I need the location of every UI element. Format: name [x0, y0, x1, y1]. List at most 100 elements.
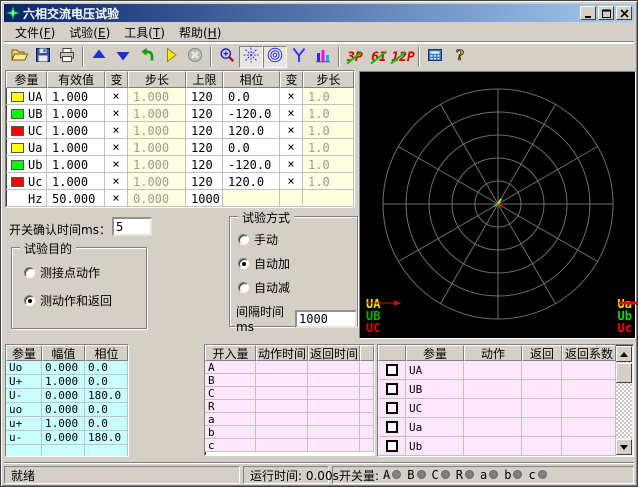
- table-row[interactable]: c: [205, 439, 374, 452]
- limit-cell[interactable]: 120: [186, 105, 223, 122]
- step-cell[interactable]: 1.0: [303, 139, 354, 156]
- table-row[interactable]: UC: [378, 399, 633, 418]
- help-button[interactable]: ?: [447, 46, 471, 68]
- vary-toggle-cell[interactable]: ×: [105, 105, 128, 122]
- calculator-button[interactable]: [423, 46, 447, 68]
- vary-toggle-cell[interactable]: ×: [280, 139, 303, 156]
- table-row[interactable]: a: [205, 413, 374, 426]
- vary-toggle-cell[interactable]: ×: [105, 173, 128, 190]
- radio-option[interactable]: 自动加: [238, 255, 290, 272]
- vary-toggle-cell[interactable]: ×: [105, 122, 128, 139]
- table-row[interactable]: R: [205, 400, 374, 413]
- phase-cell[interactable]: [223, 190, 280, 207]
- close-button[interactable]: [616, 6, 632, 20]
- vary-toggle-cell[interactable]: ×: [105, 139, 128, 156]
- vertical-scrollbar[interactable]: [616, 346, 632, 455]
- vary-toggle-cell[interactable]: ×: [280, 156, 303, 173]
- radio-icon[interactable]: [24, 267, 35, 278]
- value-cell[interactable]: 1.000: [47, 88, 105, 105]
- step-cell[interactable]: 1.000: [128, 88, 186, 105]
- 12p-button[interactable]: 12P: [391, 46, 415, 68]
- table-row[interactable]: uo0.0000.0: [6, 403, 128, 417]
- radio-option[interactable]: 手动: [238, 231, 278, 248]
- open-button[interactable]: [7, 46, 31, 68]
- save-button[interactable]: [31, 46, 55, 68]
- table-row[interactable]: u+1.0000.0: [6, 417, 128, 431]
- select-checkbox[interactable]: [386, 383, 398, 395]
- menu-item[interactable]: 试验(E): [62, 22, 117, 43]
- menu-item[interactable]: 工具(T): [117, 22, 172, 43]
- zoom-button[interactable]: [215, 46, 239, 68]
- limit-cell[interactable]: 120: [186, 139, 223, 156]
- step-cell[interactable]: 0.000: [128, 190, 186, 207]
- limit-cell[interactable]: 120: [186, 173, 223, 190]
- value-cell[interactable]: 1.000: [47, 156, 105, 173]
- radio-option[interactable]: 自动减: [238, 279, 290, 296]
- select-checkbox[interactable]: [386, 421, 398, 433]
- limit-cell[interactable]: 1000: [186, 190, 223, 207]
- phase-cell[interactable]: 0.0: [223, 139, 280, 156]
- maximize-button[interactable]: [598, 6, 614, 20]
- step-cell[interactable]: 1.0: [303, 88, 354, 105]
- step-cell[interactable]: 1.000: [128, 139, 186, 156]
- limit-cell[interactable]: 120: [186, 88, 223, 105]
- start-button[interactable]: [159, 46, 183, 68]
- radio-option[interactable]: 测动作和返回: [24, 292, 112, 309]
- radio-option[interactable]: 测接点动作: [24, 264, 100, 281]
- phase-cell[interactable]: 120.0: [223, 173, 280, 190]
- table-row[interactable]: [6, 445, 128, 457]
- radio-icon[interactable]: [238, 282, 249, 293]
- stop-button[interactable]: [183, 46, 207, 68]
- phasor-star-button[interactable]: [239, 46, 263, 68]
- select-checkbox[interactable]: [386, 364, 398, 376]
- vary-toggle-cell[interactable]: ×: [280, 88, 303, 105]
- table-row[interactable]: U-0.000180.0: [6, 389, 128, 403]
- concentric-circles-button[interactable]: [263, 46, 287, 68]
- table-row[interactable]: UB: [378, 380, 633, 399]
- phase-cell[interactable]: 0.0: [223, 88, 280, 105]
- limit-cell[interactable]: 120: [186, 122, 223, 139]
- menu-item[interactable]: 文件(F): [8, 22, 62, 43]
- phase-cell[interactable]: -120.0: [223, 156, 280, 173]
- step-cell[interactable]: 1.0: [303, 173, 354, 190]
- vary-toggle-cell[interactable]: [280, 190, 303, 207]
- value-cell[interactable]: 50.000: [47, 190, 105, 207]
- vary-toggle-cell[interactable]: ×: [105, 190, 128, 207]
- interval-input[interactable]: [295, 310, 357, 328]
- value-cell[interactable]: 1.000: [47, 105, 105, 122]
- table-row[interactable]: A: [205, 361, 374, 374]
- raise-button[interactable]: [87, 46, 111, 68]
- table-row[interactable]: B: [205, 374, 374, 387]
- vary-toggle-cell[interactable]: ×: [280, 173, 303, 190]
- y-connection-button[interactable]: [287, 46, 311, 68]
- radio-icon[interactable]: [238, 234, 249, 245]
- switch-confirm-input[interactable]: [112, 217, 152, 236]
- menu-item[interactable]: 帮助(H): [172, 22, 228, 43]
- step-cell[interactable]: 1.000: [128, 173, 186, 190]
- scroll-up-button[interactable]: [616, 346, 632, 362]
- reset-button[interactable]: [135, 46, 159, 68]
- table-row[interactable]: u-0.000180.0: [6, 431, 128, 445]
- scroll-down-button[interactable]: [616, 439, 632, 455]
- table-row[interactable]: UA: [378, 361, 633, 380]
- 6i-button[interactable]: 6I: [367, 46, 391, 68]
- vary-toggle-cell[interactable]: ×: [105, 88, 128, 105]
- print-button[interactable]: [55, 46, 79, 68]
- minimize-button[interactable]: [580, 6, 596, 20]
- table-row[interactable]: b: [205, 426, 374, 439]
- lower-button[interactable]: [111, 46, 135, 68]
- scroll-thumb[interactable]: [616, 363, 632, 383]
- limit-cell[interactable]: 120: [186, 156, 223, 173]
- table-row[interactable]: U+1.0000.0: [6, 375, 128, 389]
- select-checkbox[interactable]: [386, 402, 398, 414]
- table-row[interactable]: Uc: [378, 456, 633, 457]
- table-row[interactable]: Uo0.0000.0: [6, 361, 128, 375]
- radio-icon[interactable]: [238, 258, 249, 269]
- vary-toggle-cell[interactable]: ×: [105, 156, 128, 173]
- phase-cell[interactable]: -120.0: [223, 105, 280, 122]
- phase-cell[interactable]: 120.0: [223, 122, 280, 139]
- select-checkbox[interactable]: [386, 440, 398, 452]
- step-cell[interactable]: 1.000: [128, 105, 186, 122]
- step-cell[interactable]: [303, 190, 354, 207]
- titlebar[interactable]: 六相交流电压试验: [4, 4, 634, 22]
